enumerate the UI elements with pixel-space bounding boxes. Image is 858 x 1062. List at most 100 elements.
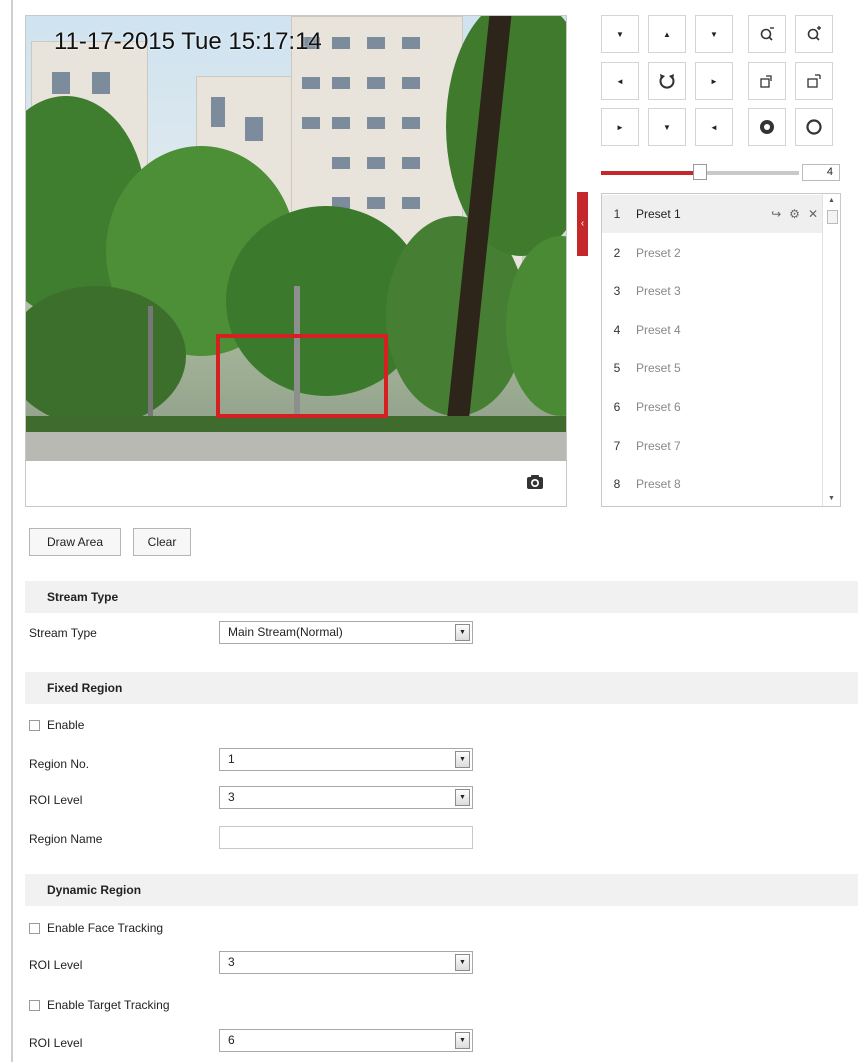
preset-name: Preset 8 (636, 477, 681, 492)
preset-name: Preset 1 (636, 207, 681, 221)
preset-number: 1 (613, 207, 621, 221)
iris-close-button[interactable] (795, 108, 833, 146)
enable-fixed-region-checkbox[interactable]: Enable (29, 718, 84, 732)
preset-number: 2 (613, 245, 621, 260)
preset-item[interactable]: 8 Preset 8 (602, 465, 824, 503)
preset-item[interactable]: 7 Preset 7 (602, 427, 824, 465)
target-roi-level-select[interactable]: 6 ▼ (219, 1029, 473, 1052)
pan-down-left-button[interactable]: ► (601, 108, 639, 146)
arrow-down-left-icon: ► (616, 122, 624, 132)
preset-item[interactable]: 2 Preset 2 (602, 234, 824, 272)
preset-item[interactable]: 1 Preset 1 ↪ ⚙ ✕ (602, 195, 824, 233)
speed-slider-handle[interactable] (693, 164, 707, 180)
target-tracking-label: Enable Target Tracking (47, 998, 170, 1012)
zoom-out-button[interactable] (748, 15, 786, 53)
preset-item[interactable]: 4 Preset 4 (602, 311, 824, 349)
arrow-right-icon: ► (710, 76, 718, 86)
preset-number: 3 (613, 284, 621, 299)
preset-name: Preset 6 (636, 400, 681, 414)
region-no-select[interactable]: 1 ▼ (219, 748, 473, 771)
hedge (26, 416, 566, 432)
preset-list: 1 Preset 1 ↪ ⚙ ✕ 2 Preset 2 3 Preset 3 4 Preset 4 5… (601, 193, 841, 507)
zoom-in-button[interactable] (795, 15, 833, 53)
checkbox-box[interactable] (29, 999, 40, 1011)
face-tracking-label: Enable Face Tracking (47, 921, 164, 935)
osd-timestamp: 11-17-2015 Tue 15:17:14 (54, 28, 322, 55)
pan-up-button[interactable]: ▲ (648, 15, 686, 53)
preset-item[interactable]: 3 Preset 3 (602, 272, 824, 310)
target-roi-level-label: ROI Level (29, 1036, 83, 1050)
iris-open-button[interactable] (748, 108, 786, 146)
stream-type-select[interactable]: Main Stream(Normal) ▼ (219, 621, 473, 644)
focus-far-button[interactable] (795, 62, 833, 100)
chevron-down-icon: ▼ (455, 789, 470, 806)
roi-rectangle[interactable] (216, 334, 388, 418)
arrow-down-icon: ▼ (663, 122, 671, 132)
arrow-up-left-icon: ▼ (616, 29, 624, 39)
zoom-out-icon (760, 27, 774, 41)
preset-name: Preset 7 (636, 438, 681, 453)
chevron-down-icon: ▼ (455, 624, 470, 641)
enable-label: Enable (47, 718, 85, 732)
enable-target-tracking-checkbox[interactable]: Enable Target Tracking (29, 998, 170, 1012)
speed-value: 4 (802, 164, 840, 181)
stream-type-value: Main Stream(Normal) (228, 625, 343, 639)
face-roi-level-select[interactable]: 3 ▼ (219, 951, 473, 974)
face-roi-level-label: ROI Level (29, 958, 83, 972)
speed-slider-fill (601, 171, 700, 175)
stream-type-label: Stream Type (29, 626, 97, 640)
focus-near-button[interactable] (748, 62, 786, 100)
preset-item[interactable]: 6 Preset 6 (602, 388, 824, 426)
fixed-roi-level-select[interactable]: 3 ▼ (219, 786, 473, 809)
region-name-input[interactable] (219, 826, 473, 849)
checkbox-box[interactable] (29, 719, 40, 731)
dynamic-region-section-header: Dynamic Region (25, 874, 858, 906)
left-border (11, 0, 13, 1062)
iris-open-icon (760, 120, 774, 134)
preset-name: Preset 3 (636, 284, 681, 299)
auto-pan-button[interactable] (648, 62, 686, 100)
checkbox-box[interactable] (29, 922, 40, 934)
pan-left-button[interactable]: ◄ (601, 62, 639, 100)
region-no-label: Region No. (29, 757, 90, 771)
draw-area-button[interactable]: Draw Area (29, 528, 121, 556)
preset-number: 8 (613, 477, 621, 492)
arrow-left-icon: ◄ (616, 76, 624, 86)
target-roi-level-value: 6 (228, 1033, 235, 1047)
fixed-region-section-header: Fixed Region (25, 672, 858, 704)
pan-down-right-button[interactable]: ◄ (695, 108, 733, 146)
chevron-left-icon: ‹ (580, 218, 585, 229)
iris-close-icon (806, 119, 822, 135)
preset-name: Preset 5 (636, 361, 681, 376)
scroll-down-icon[interactable]: ▼ (823, 492, 840, 506)
preset-number: 5 (613, 361, 621, 376)
scroll-thumb[interactable] (827, 210, 838, 224)
roi-level-label: ROI Level (29, 793, 83, 807)
chevron-down-icon: ▼ (455, 1032, 470, 1049)
preset-scrollbar[interactable]: ▲ ▼ (822, 194, 840, 506)
chevron-down-icon: ▼ (455, 954, 470, 971)
close-icon[interactable]: ✕ (808, 207, 818, 221)
gear-icon[interactable]: ⚙ (789, 207, 800, 221)
pan-up-left-button[interactable]: ▼ (601, 15, 639, 53)
pan-down-button[interactable]: ▼ (648, 108, 686, 146)
stream-type-section-header: Stream Type (25, 581, 858, 613)
pan-up-right-button[interactable]: ▼ (695, 15, 733, 53)
live-video[interactable]: 11-17-2015 Tue 15:17:14 (26, 16, 566, 461)
focus-near-icon (760, 75, 772, 88)
collapse-panel-button[interactable]: ‹ (577, 192, 588, 256)
scroll-up-icon[interactable]: ▲ (823, 194, 840, 208)
rotate-icon (659, 74, 675, 89)
camera-icon[interactable] (526, 473, 544, 491)
pan-right-button[interactable]: ► (695, 62, 733, 100)
ptz-speed-slider[interactable] (601, 164, 799, 180)
arrow-up-right-icon: ▼ (710, 29, 718, 39)
arrow-up-icon: ▲ (663, 29, 671, 39)
enable-face-tracking-checkbox[interactable]: Enable Face Tracking (29, 921, 163, 935)
call-preset-icon[interactable]: ↪ (771, 207, 781, 221)
preset-name: Preset 4 (636, 322, 681, 337)
preset-item[interactable]: 5 Preset 5 (602, 349, 824, 387)
video-toolbar (26, 461, 566, 506)
road (26, 432, 566, 461)
clear-button[interactable]: Clear (133, 528, 191, 556)
